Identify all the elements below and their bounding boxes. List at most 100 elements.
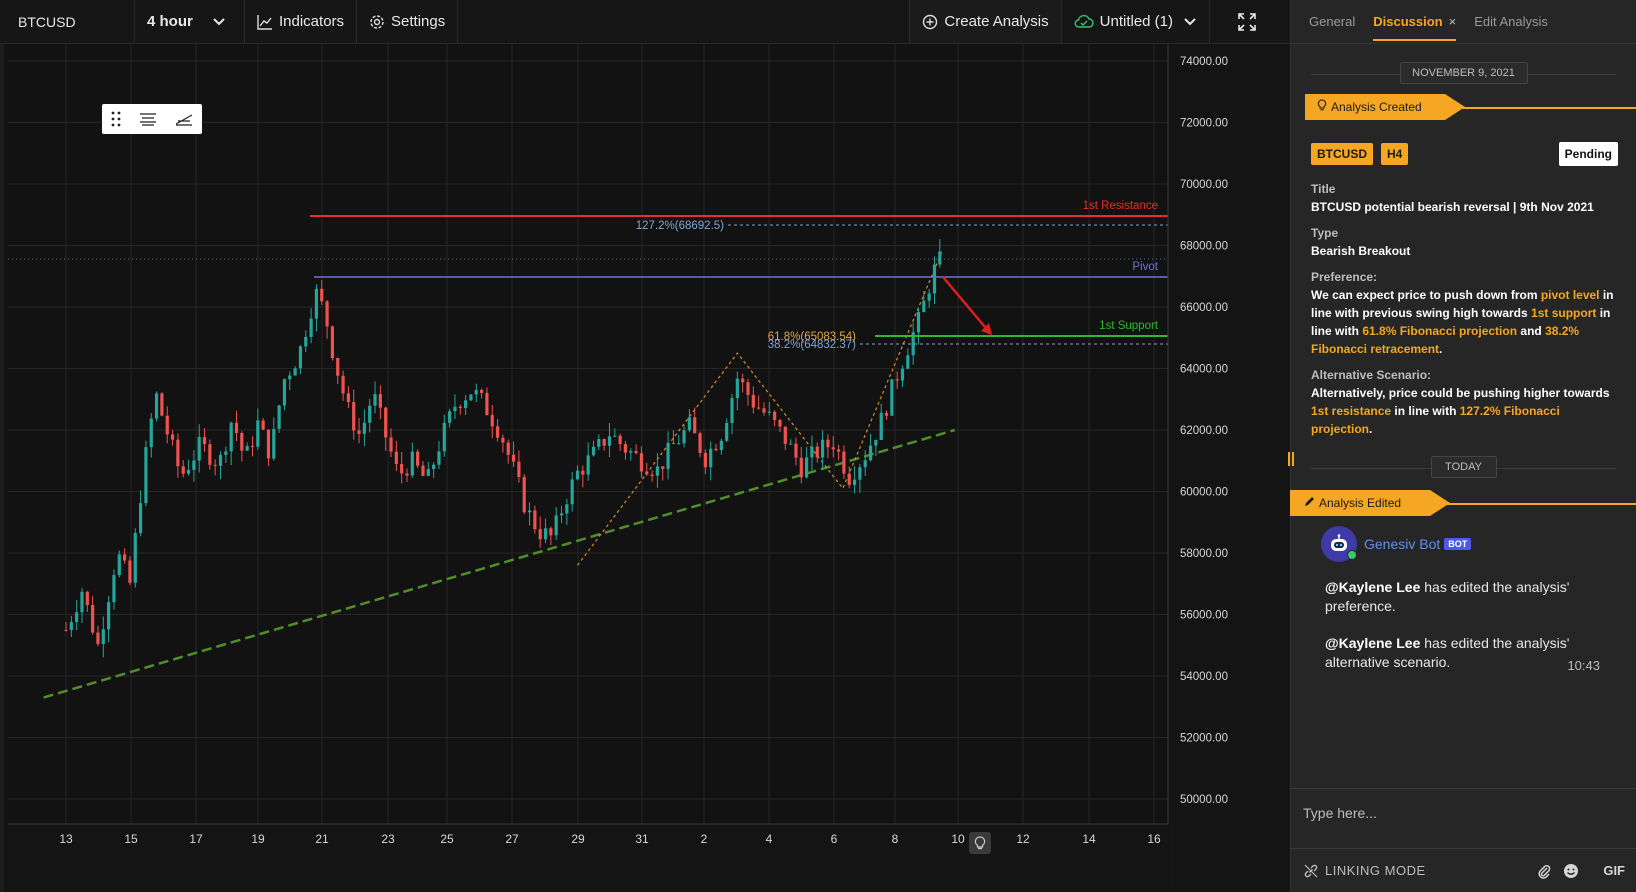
panel-resize-handle[interactable] <box>1288 452 1294 466</box>
candle-body <box>490 415 494 427</box>
candle-body <box>671 442 676 444</box>
emoji-button[interactable] <box>1563 863 1579 879</box>
candle-body <box>527 510 532 513</box>
chart-area[interactable]: 1st Resistance 127.2%(68692.5) Pivot 1st Su… <box>0 44 1290 892</box>
lines-tool-icon[interactable] <box>139 112 157 126</box>
gear-icon <box>370 14 384 29</box>
candle-body <box>133 533 137 583</box>
lightbulb-icon <box>974 836 986 850</box>
candle-body <box>362 422 366 434</box>
symbol-selector[interactable]: BTCUSD <box>0 0 135 43</box>
candle-body <box>820 439 825 458</box>
candle-body <box>474 389 478 395</box>
candle-body <box>320 288 324 302</box>
message-input-area <box>1291 788 1636 848</box>
candle <box>133 528 137 588</box>
settings-button[interactable]: Settings <box>357 0 459 43</box>
create-analysis-button[interactable]: Create Analysis <box>910 0 1062 43</box>
mention-link[interactable]: @Kaylene Lee <box>1325 635 1420 651</box>
candle-body <box>373 394 377 406</box>
candle-body <box>725 422 729 441</box>
tab-edit-analysis[interactable]: Edit Analysis <box>1474 2 1548 41</box>
date-separator-today: TODAY <box>1311 456 1616 480</box>
candle-body <box>394 451 398 465</box>
gif-label: GIF <box>1603 863 1625 878</box>
indicators-button[interactable]: Indicators <box>245 0 358 43</box>
candle-body <box>709 448 713 468</box>
candle-body <box>64 629 68 631</box>
panel-tabs: General Discussion × Edit Analysis <box>1291 0 1636 44</box>
tab-discussion[interactable]: Discussion × <box>1373 2 1457 41</box>
candle-body <box>815 446 819 458</box>
candle-body <box>703 452 707 468</box>
candle-body <box>591 446 596 456</box>
bot-name[interactable]: Genesiv Bot <box>1364 536 1440 552</box>
candle-body <box>240 432 244 451</box>
candle-body <box>938 251 942 265</box>
trend-tool-icon[interactable] <box>175 112 193 126</box>
candle-body <box>927 293 931 301</box>
close-tab-icon[interactable]: × <box>1449 14 1457 29</box>
candle-body <box>330 326 335 359</box>
tab-general[interactable]: General <box>1309 2 1355 41</box>
price-tick-label: 74000.00 <box>1180 56 1228 68</box>
candle-body <box>304 336 308 347</box>
candle-body <box>485 392 489 416</box>
candle-body <box>799 457 803 478</box>
price-tick-label: 68000.00 <box>1180 241 1228 253</box>
candle-body <box>618 435 622 445</box>
candle-body <box>75 612 79 623</box>
candle-body <box>117 554 121 576</box>
candle-body <box>277 405 281 430</box>
cloud-check-icon <box>1074 14 1094 28</box>
candle-body <box>96 632 100 644</box>
gif-button[interactable]: GIF <box>1591 863 1625 878</box>
candle-body <box>581 470 585 475</box>
candle-body <box>836 449 841 452</box>
create-analysis-label: Create Analysis <box>944 13 1049 30</box>
mention-link[interactable]: @Kaylene Lee <box>1325 579 1420 595</box>
candle-body <box>352 402 356 431</box>
time-tick-label: 17 <box>189 832 203 846</box>
price-chart[interactable]: 1st Resistance 127.2%(68692.5) Pivot 1st Su… <box>0 44 1290 892</box>
candle-body <box>714 448 718 451</box>
avatar[interactable] <box>1321 526 1357 562</box>
candle-body <box>586 455 590 475</box>
alt-scenario-text: Alternatively, price could be pushing hi… <box>1311 386 1610 436</box>
candle <box>160 392 164 417</box>
status-badge: Pending <box>1558 142 1618 166</box>
candle-body <box>884 412 889 416</box>
candle-body <box>762 408 766 413</box>
app-window: BTCUSD 4 hour Indicators Settings Create… <box>0 0 1636 892</box>
candle-body <box>932 264 937 294</box>
emoji-icon <box>1564 863 1579 878</box>
candle-body <box>325 301 329 327</box>
candle-body <box>224 451 228 455</box>
composer-actions: GIF <box>1525 863 1625 879</box>
candle-body <box>250 446 255 448</box>
price-tick-label: 72000.00 <box>1180 118 1228 130</box>
candle-body <box>655 466 660 476</box>
message-text: @Kaylene Lee has edited the analysis' pr… <box>1325 579 1570 614</box>
time-tick-label: 23 <box>381 832 395 846</box>
attachment-button[interactable] <box>1537 863 1551 879</box>
candle-body <box>916 312 921 333</box>
drag-handle-icon[interactable] <box>111 111 121 127</box>
lightbulb-button[interactable] <box>969 832 991 854</box>
type-value: Bearish Breakout <box>1311 244 1411 258</box>
title-label: Title <box>1311 182 1336 196</box>
candle-body <box>218 454 223 466</box>
candle-body <box>346 393 350 403</box>
candle-body <box>298 346 303 369</box>
layout-dropdown[interactable]: Untitled (1) <box>1062 0 1210 43</box>
candle-body <box>309 318 313 337</box>
candle-body <box>192 460 196 470</box>
price-tick-label: 70000.00 <box>1180 179 1228 191</box>
linking-mode-toggle[interactable]: LINKING MODE <box>1303 863 1426 879</box>
candle-body <box>464 400 468 408</box>
candle-body <box>575 470 580 480</box>
fullscreen-button[interactable] <box>1210 0 1290 43</box>
candle-body <box>160 393 164 416</box>
interval-dropdown[interactable]: 4 hour <box>135 0 245 43</box>
message-input[interactable] <box>1303 805 1625 821</box>
